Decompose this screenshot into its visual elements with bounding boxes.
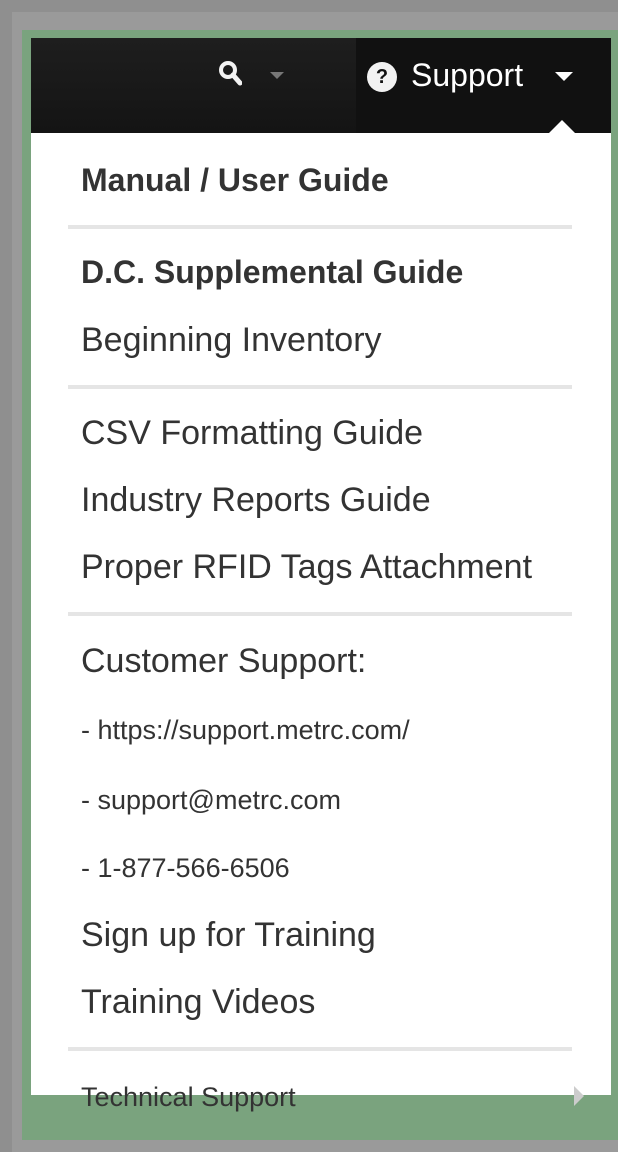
chevron-down-icon[interactable] bbox=[270, 72, 284, 79]
menu-item-training-videos[interactable]: Training Videos bbox=[81, 982, 315, 1022]
menu-item-support-email[interactable]: - support@metrc.com bbox=[81, 780, 341, 820]
menu-item-support-phone[interactable]: - 1-877-566-6506 bbox=[81, 848, 290, 888]
search-icon[interactable] bbox=[218, 60, 242, 86]
question-circle-icon[interactable]: ? bbox=[367, 62, 397, 92]
dropdown-pointer bbox=[548, 120, 576, 134]
menu-divider bbox=[68, 225, 572, 229]
menu-item-csv-formatting-guide[interactable]: CSV Formatting Guide bbox=[81, 413, 423, 453]
search-dropdown-toggle[interactable] bbox=[31, 38, 356, 133]
menu-item-industry-reports-guide[interactable]: Industry Reports Guide bbox=[81, 480, 431, 520]
menu-item-manual-user-guide[interactable]: Manual / User Guide bbox=[81, 160, 389, 200]
menu-heading-customer-support: Customer Support: bbox=[81, 642, 367, 680]
menu-item-sign-up-training[interactable]: Sign up for Training bbox=[81, 915, 376, 955]
menu-item-technical-support[interactable]: Technical Support bbox=[81, 1077, 296, 1117]
menu-item-rfid-tags-attachment[interactable]: Proper RFID Tags Attachment bbox=[81, 547, 532, 587]
support-menu-label[interactable]: Support bbox=[411, 55, 523, 95]
menu-item-support-url[interactable]: - https://support.metrc.com/ bbox=[81, 710, 410, 750]
chevron-down-icon[interactable] bbox=[555, 72, 573, 81]
menu-divider bbox=[68, 385, 572, 389]
menu-item-beginning-inventory[interactable]: Beginning Inventory bbox=[81, 320, 382, 360]
menu-item-dc-supplemental-guide[interactable]: D.C. Supplemental Guide bbox=[81, 252, 463, 292]
menu-divider bbox=[68, 1047, 572, 1051]
menu-divider bbox=[68, 612, 572, 616]
chevron-right-icon[interactable] bbox=[574, 1086, 584, 1106]
